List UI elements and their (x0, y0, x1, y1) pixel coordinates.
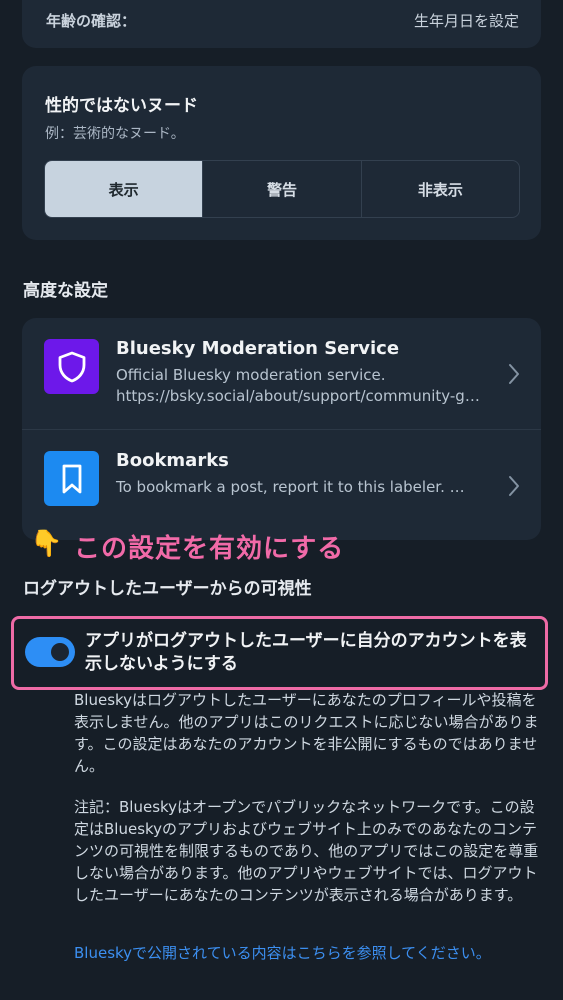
labelers-list: Bluesky Moderation Service Official Blue… (22, 318, 541, 540)
nudity-segmented-control: 表示 警告 非表示 (44, 160, 520, 218)
public-content-link[interactable]: Blueskyで公開されている内容はこちらを参照してください。 (74, 942, 540, 964)
labeler-name: Bluesky Moderation Service (116, 338, 400, 359)
labeler-description: Official Bluesky moderation service. htt… (116, 366, 480, 405)
logged-out-visibility-heading: ログアウトしたユーザーからの可視性 (23, 579, 312, 599)
annotation-text: この設定を有効にする (74, 534, 345, 564)
logged-out-visibility-toggle[interactable] (25, 637, 75, 667)
chevron-right-icon (507, 474, 521, 502)
visibility-description: Blueskyはログアウトしたユーザーにあなたのプロフィールや投稿を表示しません… (74, 691, 539, 775)
non-sexual-nudity-card: 性的ではないヌード 例：芸術的なヌード。 表示 警告 非表示 (22, 66, 541, 240)
age-verification-card[interactable]: 年齢の確認： 生年月日を設定 (22, 0, 541, 48)
nudity-option-hide[interactable]: 非表示 (360, 161, 519, 217)
age-verification-label: 年齢の確認： (46, 12, 137, 30)
age-verification-value[interactable]: 生年月日を設定 (414, 10, 519, 31)
toggle-label: アプリがログアウトしたユーザーに自分のアカウントを表示しないようにする (85, 631, 527, 674)
non-sexual-nudity-title: 性的ではないヌード (45, 96, 198, 116)
labeler-name: Bookmarks (116, 450, 229, 471)
chevron-right-icon (507, 362, 521, 390)
advanced-settings-heading: 高度な設定 (23, 281, 108, 301)
nudity-option-warn[interactable]: 警告 (202, 161, 360, 217)
visibility-note: 注記：Blueskyはオープンでパブリックなネットワークです。この設定はBlue… (74, 798, 539, 904)
shield-icon (44, 339, 99, 394)
toggle-knob (51, 643, 69, 661)
labeler-item[interactable]: Bluesky Moderation Service Official Blue… (22, 318, 541, 429)
nudity-option-show[interactable]: 表示 (45, 161, 203, 217)
pointing-down-icon: 👇 (30, 529, 63, 559)
labeler-item[interactable]: Bookmarks To bookmark a post, report it … (22, 429, 541, 541)
labeler-description: To bookmark a post, report it to this la… (116, 478, 465, 496)
bookmark-icon (44, 451, 99, 506)
non-sexual-nudity-subtitle: 例：芸術的なヌード。 (45, 126, 185, 142)
logged-out-visibility-toggle-row[interactable]: アプリがログアウトしたユーザーに自分のアカウントを表示しないようにする (11, 616, 548, 690)
